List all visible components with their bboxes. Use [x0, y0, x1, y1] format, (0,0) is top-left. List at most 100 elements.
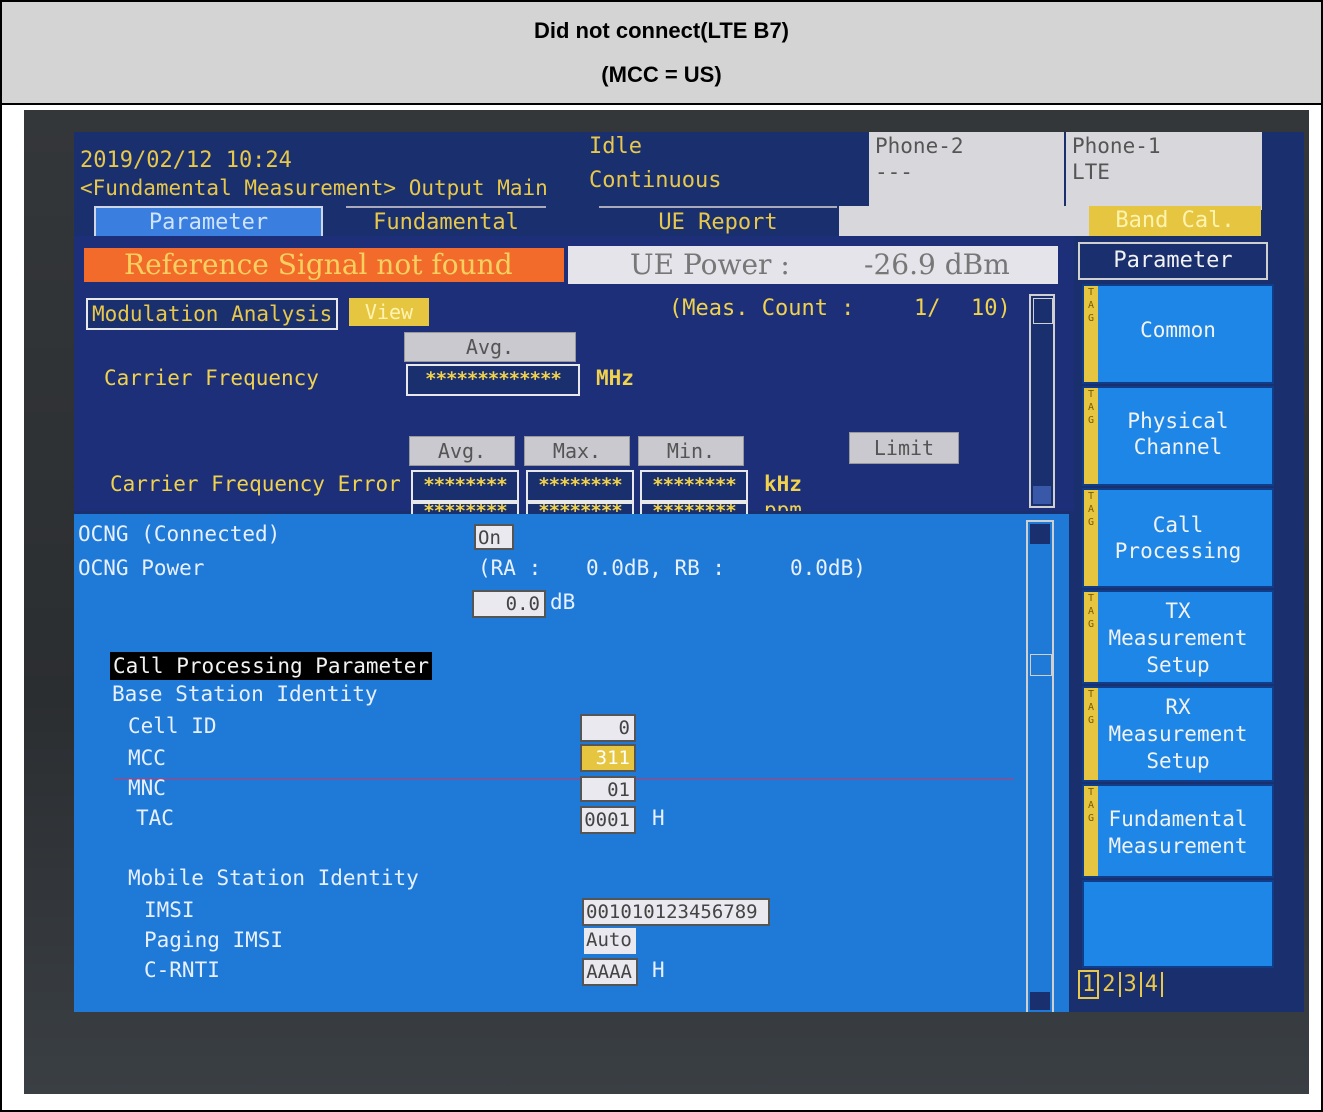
phone-2-panel: Phone-2 ---	[869, 132, 1064, 210]
c-rnti-label: C-RNTI	[144, 958, 220, 982]
measurement-panel: Reference Signal not found UE Power : -2…	[74, 236, 1074, 514]
ms-identity-heading: Mobile Station Identity	[128, 866, 419, 890]
phone-2-value: ---	[875, 160, 913, 184]
mnc-label: MNC	[128, 776, 166, 800]
screen-photo: 2019/02/12 10:24 <Fundamental Measuremen…	[24, 110, 1309, 1094]
cfe-min-value: ********	[640, 470, 748, 502]
tac-field[interactable]: 0001	[580, 806, 636, 834]
carrier-frequency-value: *************	[406, 364, 580, 396]
sidebar-item-label: Physical	[1127, 409, 1229, 433]
page-4-button[interactable]: 4	[1141, 972, 1163, 997]
phone-1-label: Phone-1	[1072, 134, 1161, 158]
caption-title: Did not connect(LTE B7)	[533, 18, 790, 43]
caption-subtitle: (MCC = US)	[601, 62, 722, 87]
tac-unit: H	[652, 806, 665, 830]
sidebar-item-label: Common	[1140, 318, 1216, 342]
tag-strip-icon: TAG	[1084, 388, 1098, 484]
ue-power-box: UE Power : -26.9 dBm	[568, 246, 1058, 284]
tab-ue-report[interactable]: UE Report	[599, 206, 837, 238]
meas-count-total: 10)	[971, 296, 1011, 321]
page-1-button[interactable]: 1	[1078, 970, 1100, 999]
cfe-ppm-unit: ppm	[764, 498, 802, 511]
upper-scrollbar[interactable]	[1029, 294, 1055, 508]
ocng-power-unit: dB	[550, 590, 576, 614]
ocng-power-input[interactable]: 0.0	[472, 590, 546, 618]
sidebar-item-common[interactable]: TAG Common	[1082, 284, 1274, 384]
tag-strip-icon: TAG	[1084, 688, 1098, 780]
ocng-toggle[interactable]: On	[474, 524, 514, 550]
phone-1-panel: Phone-1 LTE	[1066, 132, 1262, 210]
sidebar-title: Parameter	[1078, 242, 1268, 280]
mcc-label: MCC	[128, 746, 166, 770]
cfe-avg-value: ********	[411, 470, 519, 502]
tab-fundamental[interactable]: Fundamental	[346, 206, 546, 238]
tab-parameter[interactable]: Parameter	[94, 206, 323, 240]
status-header: 2019/02/12 10:24 <Fundamental Measuremen…	[74, 132, 1304, 210]
sidebar-item-empty[interactable]	[1082, 880, 1274, 968]
meas-count-label: (Meas. Count :	[669, 296, 855, 321]
min-column-header: Min.	[638, 436, 744, 466]
carrier-frequency-label: Carrier Frequency	[104, 366, 319, 390]
sidebar-item-label: RX	[1165, 695, 1191, 719]
sidebar-item-label: TX	[1165, 599, 1191, 623]
sidebar-item-label-line2: Measurement	[1108, 626, 1248, 650]
caption: Did not connect(LTE B7) (MCC = US)	[2, 2, 1321, 105]
lower-scroll-down-arrow[interactable]	[1030, 992, 1050, 1010]
modulation-analysis-label: Modulation Analysis	[86, 298, 339, 330]
cell-id-label: Cell ID	[128, 714, 217, 738]
parameter-panel: OCNG (Connected) On OCNG Power (RA : 0.0…	[74, 514, 1069, 1012]
sidebar-item-rx-measurement-setup[interactable]: TAG RX Measurement Setup	[1082, 686, 1274, 782]
page-2-button[interactable]: 2	[1099, 972, 1121, 997]
sidebar-item-fundamental-measurement[interactable]: TAG Fundamental Measurement	[1082, 784, 1274, 878]
tag-strip-icon: TAG	[1084, 592, 1098, 682]
max-column-header: Max.	[524, 436, 630, 466]
phone-2-label: Phone-2	[875, 134, 964, 158]
ra-rb-value: 0.0dB, RB :	[586, 556, 726, 580]
mcc-field[interactable]: 311	[580, 744, 636, 772]
datetime: 2019/02/12 10:24	[80, 148, 292, 173]
ue-power-label: UE Power :	[630, 248, 790, 281]
breadcrumb: <Fundamental Measurement> Output Main	[80, 176, 548, 200]
cfe-ppm-max: ********	[526, 502, 634, 514]
avg-header: Avg.	[404, 332, 576, 362]
sidebar-item-label: Fundamental	[1108, 807, 1248, 831]
bs-identity-heading: Base Station Identity	[112, 682, 378, 706]
lower-scrollbar[interactable]	[1026, 520, 1054, 1012]
view-button[interactable]: View	[349, 298, 429, 326]
carrier-frequency-unit: MHz	[596, 366, 634, 390]
tag-strip-icon: TAG	[1084, 286, 1098, 382]
status-continuous: Continuous	[589, 168, 722, 193]
lower-scroll-thumb[interactable]	[1030, 654, 1052, 676]
paging-imsi-field[interactable]: Auto	[584, 928, 636, 954]
c-rnti-unit: H	[652, 958, 665, 982]
sidebar-item-physical-channel[interactable]: TAG Physical Channel	[1082, 386, 1274, 486]
cfe-ppm-avg: ********	[411, 502, 519, 514]
status-idle: Idle	[589, 134, 642, 159]
band-cal-button[interactable]: Band Cal.	[1089, 206, 1261, 236]
c-rnti-field[interactable]: AAAA	[582, 958, 638, 986]
reference-signal-alert: Reference Signal not found	[84, 248, 564, 282]
tab-bar: Parameter Fundamental UE Report Band Cal…	[74, 206, 1304, 240]
sidebar-item-label-line2: Processing	[1114, 539, 1242, 563]
lower-scroll-up-arrow[interactable]	[1030, 524, 1050, 544]
imsi-field[interactable]: 001010123456789	[582, 898, 770, 926]
cfe-ppm-min: ********	[640, 502, 748, 514]
sidebar-item-call-processing[interactable]: TAG Call Processing	[1082, 488, 1274, 588]
page-3-button[interactable]: 3	[1120, 972, 1142, 997]
cell-id-field[interactable]: 0	[580, 714, 636, 742]
sidebar-item-label-line2: Measurement	[1108, 722, 1248, 746]
sidebar-item-label-line2: Measurement	[1108, 834, 1248, 858]
mnc-field[interactable]: 01	[580, 776, 636, 802]
page-selector: 1234	[1078, 970, 1163, 1002]
tac-label: TAC	[136, 806, 174, 830]
upper-scroll-thumb[interactable]	[1033, 298, 1053, 324]
parameter-sidebar: Parameter TAG Common TAG Physical Channe…	[1074, 236, 1304, 1012]
limit-button[interactable]: Limit	[849, 432, 959, 464]
imsi-label: IMSI	[144, 898, 195, 922]
avg-column-header: Avg.	[409, 436, 515, 466]
carrier-frequency-error-label: Carrier Frequency Error	[110, 472, 401, 496]
sidebar-item-tx-measurement-setup[interactable]: TAG TX Measurement Setup	[1082, 590, 1274, 684]
rb-value: 0.0dB)	[790, 556, 866, 580]
ue-power-value: -26.9 dBm	[864, 248, 1010, 281]
upper-scroll-down-arrow[interactable]	[1033, 486, 1051, 504]
